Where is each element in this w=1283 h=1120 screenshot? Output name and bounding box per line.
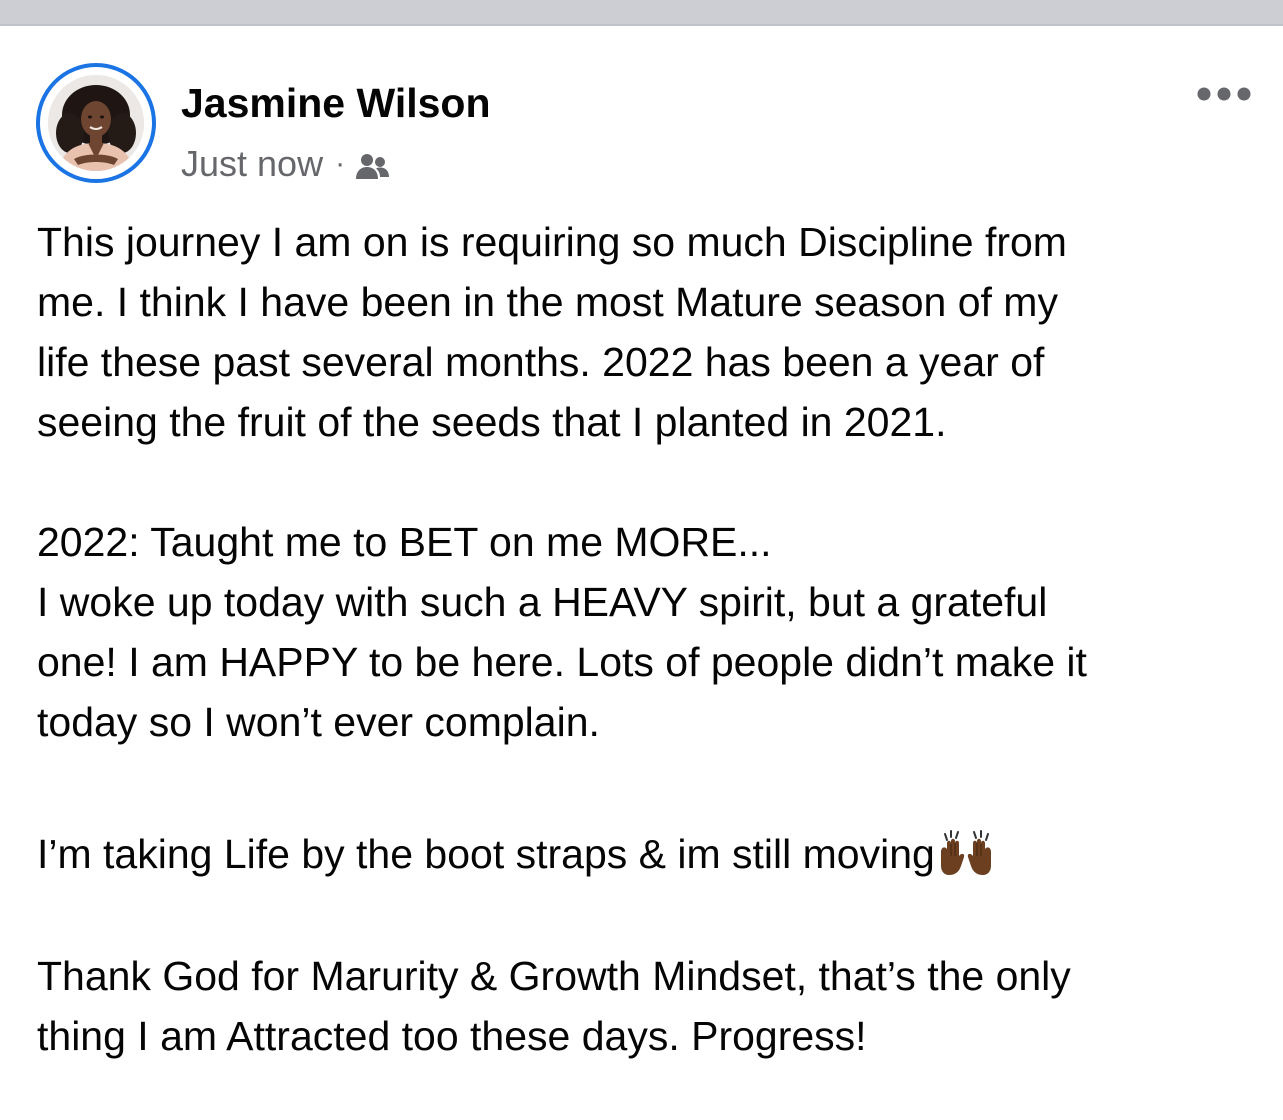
body-line: I’m taking Life by the boot straps & im … — [37, 831, 935, 877]
body-line: me. I think I have been in the most Matu… — [37, 279, 1058, 325]
post-body: This journey I am on is requiring so muc… — [37, 212, 1267, 1066]
body-line: life these past several months. 2022 has… — [37, 339, 1045, 385]
feed-divider — [0, 0, 1283, 26]
profile-photo — [48, 75, 144, 171]
body-line: This journey I am on is requiring so muc… — [37, 219, 1067, 265]
friends-icon[interactable] — [355, 149, 391, 179]
body-line: one! I am HAPPY to be here. Lots of peop… — [37, 639, 1087, 685]
raising-hands-emoji — [937, 826, 995, 876]
body-line: seeing the fruit of the seeds that I pla… — [37, 399, 947, 445]
post-card: Jasmine Wilson Just now · This journey I… — [0, 26, 1283, 1120]
story-ring[interactable] — [36, 63, 156, 183]
author-name[interactable]: Jasmine Wilson — [181, 80, 491, 127]
body-line: 2022: Taught me to BET on me MORE... — [37, 519, 772, 565]
body-line: thing I am Attracted too these days. Pro… — [37, 1013, 867, 1059]
body-line: Thank God for Marurity & Growth Mindset,… — [37, 953, 1071, 999]
timestamp[interactable]: Just now — [181, 143, 323, 185]
meta-separator: · — [335, 147, 346, 180]
body-line: I woke up today with such a HEAVY spirit… — [37, 579, 1048, 625]
more-options-icon[interactable] — [1192, 80, 1256, 108]
body-line-with-emoji: I’m taking Life by the boot straps & im … — [37, 824, 1267, 884]
avatar[interactable] — [48, 75, 144, 171]
post-meta: Just now · — [181, 142, 391, 186]
body-line: today so I won’t ever complain. — [37, 699, 600, 745]
